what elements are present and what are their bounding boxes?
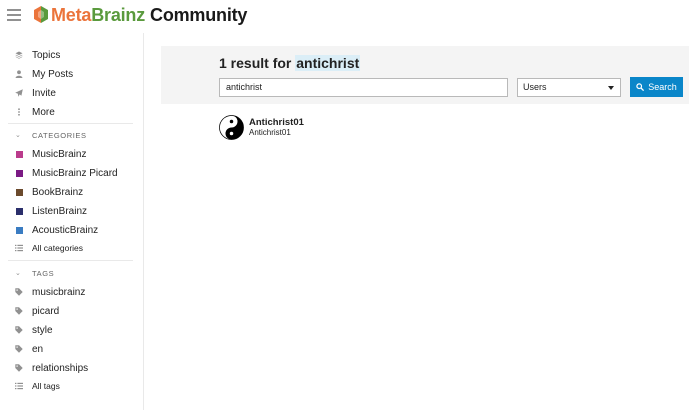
tag-label: relationships — [32, 362, 89, 374]
tags-heading: TAGS — [32, 268, 55, 278]
sidebar-tag-relationships[interactable]: relationships — [15, 360, 88, 376]
result-count-text: 1 result for — [219, 55, 292, 71]
tag-icon — [15, 326, 23, 334]
sidebar-all-tags[interactable]: All tags — [15, 378, 60, 394]
tag-label: en — [32, 343, 44, 355]
sidebar-divider — [8, 260, 133, 261]
sidebar-item-label: Topics — [32, 49, 61, 61]
sidebar-tag-en[interactable]: en — [15, 341, 43, 357]
chevron-down-icon: ⌄ — [15, 132, 22, 139]
layers-icon — [15, 51, 23, 59]
user-username: Antichrist01 — [249, 128, 291, 137]
category-label: ListenBrainz — [32, 205, 88, 217]
tag-icon — [15, 345, 23, 353]
caret-down-icon — [608, 86, 614, 90]
paper-plane-icon — [15, 89, 23, 97]
sidebar-item-invite[interactable]: Invite — [15, 85, 56, 101]
search-type-value: Users — [523, 82, 547, 92]
brand-brainz: Brainz — [91, 5, 146, 25]
category-color-swatch — [16, 207, 23, 215]
sidebar-item-label: More — [32, 106, 55, 118]
metabrainz-logo[interactable] — [34, 6, 48, 23]
categories-heading: CATEGORIES — [32, 130, 87, 140]
search-type-select[interactable]: Users — [517, 78, 621, 97]
category-label: AcousticBrainz — [32, 224, 99, 236]
user-result-item[interactable]: Antichrist01 Antichrist01 — [219, 115, 419, 141]
search-input[interactable]: antichrist — [219, 78, 508, 97]
search-result-heading: 1 result for antichrist — [219, 55, 361, 71]
category-color-swatch — [16, 226, 23, 234]
sidebar-category-musicbrainz-picard[interactable]: MusicBrainz Picard — [15, 165, 118, 181]
tags-section-toggle[interactable]: ⌄ TAGS — [15, 267, 54, 279]
search-button[interactable]: Search — [630, 77, 683, 97]
sidebar-category-musicbrainz[interactable]: MusicBrainz — [15, 146, 86, 162]
search-button-label: Search — [648, 82, 677, 92]
sidebar-category-listenbrainz[interactable]: ListenBrainz — [15, 203, 87, 219]
sidebar-category-bookbrainz[interactable]: BookBrainz — [15, 184, 83, 200]
brand-community: Community — [150, 5, 248, 25]
sidebar-category-acousticbrainz[interactable]: AcousticBrainz — [15, 222, 98, 238]
search-icon — [636, 83, 645, 91]
sidebar-tag-picard[interactable]: picard — [15, 303, 59, 319]
chevron-down-icon: ⌄ — [15, 270, 22, 277]
tag-icon — [15, 307, 23, 315]
category-label: MusicBrainz Picard — [32, 167, 118, 179]
hamburger-menu-icon[interactable] — [7, 9, 21, 21]
sidebar-item-label: Invite — [32, 87, 56, 99]
list-icon — [15, 382, 23, 390]
category-label: MusicBrainz — [32, 148, 87, 160]
sidebar-item-my-posts[interactable]: My Posts — [15, 66, 73, 82]
more-icon — [15, 108, 23, 116]
brand-title[interactable]: MetaBrainz Community — [51, 5, 247, 26]
sidebar-item-topics[interactable]: Topics — [15, 47, 60, 63]
brand-meta: Meta — [51, 5, 92, 25]
yin-yang-icon[interactable] — [219, 115, 244, 140]
category-color-swatch — [16, 169, 23, 177]
site-header: MetaBrainz Community — [0, 0, 689, 33]
sidebar-divider — [8, 123, 133, 124]
tag-icon — [15, 288, 23, 296]
categories-section-toggle[interactable]: ⌄ CATEGORIES — [15, 129, 87, 141]
category-color-swatch — [16, 188, 23, 196]
all-categories-label: All categories — [32, 243, 84, 253]
category-label: BookBrainz — [32, 186, 84, 198]
tag-label: picard — [32, 305, 60, 317]
sidebar-all-categories[interactable]: All categories — [15, 240, 83, 256]
tag-label: musicbrainz — [32, 286, 86, 298]
category-color-swatch — [16, 150, 23, 158]
sidebar-tag-style[interactable]: style — [15, 322, 53, 338]
tag-label: style — [32, 324, 53, 336]
search-term-highlight: antichrist — [295, 55, 361, 71]
list-icon — [15, 244, 23, 252]
sidebar-item-more[interactable]: More — [15, 104, 55, 120]
sidebar-tag-musicbrainz[interactable]: musicbrainz — [15, 284, 85, 300]
user-display-name[interactable]: Antichrist01 — [249, 117, 304, 128]
sidebar-item-label: My Posts — [32, 68, 74, 80]
tag-icon — [15, 364, 23, 372]
all-tags-label: All tags — [32, 381, 60, 391]
user-icon — [15, 70, 23, 78]
